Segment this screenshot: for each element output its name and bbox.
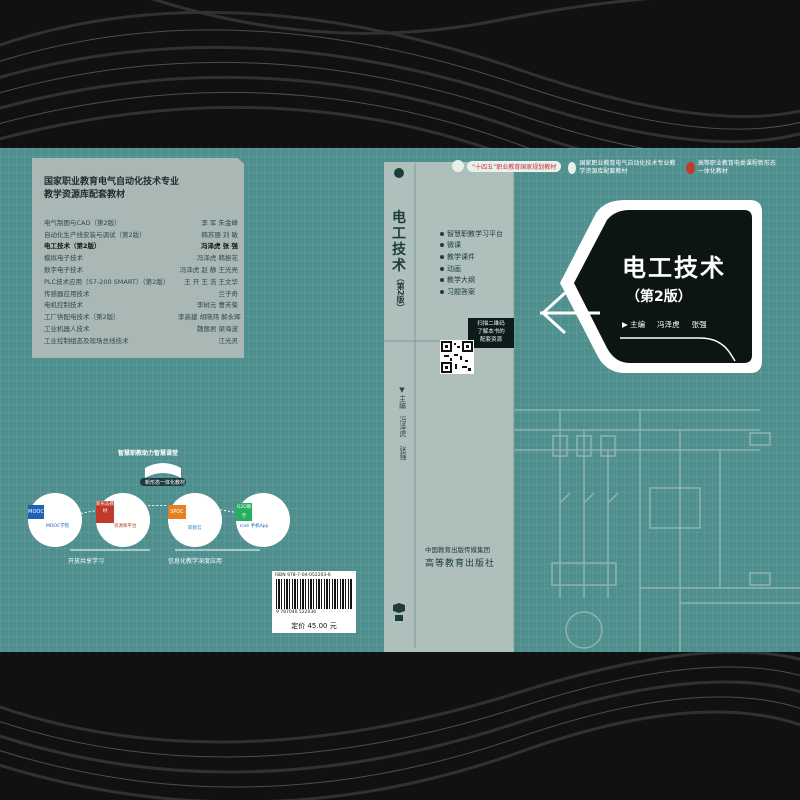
- title-arrow-shape: [540, 200, 762, 373]
- book-authors: ▶ 主编 冯泽虎 张强: [622, 320, 707, 329]
- book-title: 电工技术: [622, 254, 726, 282]
- book-cover: 国家职业教育电气自动化技术专业 教学资源库配套教材 电气制图与CAD（第2版）李…: [0, 148, 800, 652]
- background-bottom: [0, 652, 800, 800]
- fabric-texture-bottom: [0, 652, 800, 800]
- background-top: [0, 0, 800, 148]
- book-edition: （第2版）: [626, 289, 692, 305]
- fabric-texture-top: [0, 0, 800, 148]
